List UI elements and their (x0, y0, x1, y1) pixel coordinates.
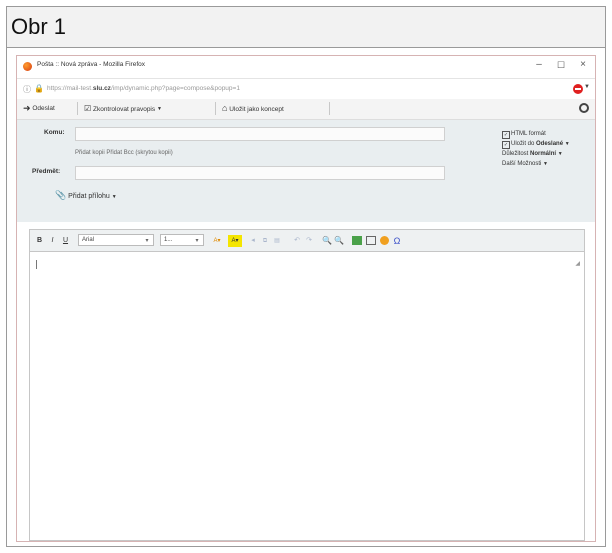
to-label: Komu: (44, 129, 65, 136)
table-icon[interactable] (366, 236, 376, 245)
chevron-down-icon: ▼ (156, 106, 162, 112)
maximize-button[interactable]: ☐ (551, 60, 571, 71)
paste-icon[interactable]: ▤ (272, 235, 282, 247)
toolbar-divider (329, 102, 330, 115)
save-in-option[interactable]: ✓ Uložit do Odeslané ▼ (502, 141, 570, 149)
settings-gear-icon[interactable] (579, 103, 589, 113)
subject-input[interactable] (75, 166, 445, 180)
url-text[interactable]: https://mail-test.slu.cz/imp/dynamic.php… (47, 85, 240, 92)
chevron-down-icon[interactable]: ▾ (192, 235, 202, 247)
attach-link[interactable]: 📎 Přidat přílohu ▼ (55, 190, 117, 201)
italic-button[interactable]: I (48, 235, 57, 247)
more-options-link[interactable]: Další Možnosti ▼ (502, 161, 548, 167)
title-bar: Pošta :: Nová zpráva - Mozilla Firefox –… (17, 56, 595, 78)
redo-icon[interactable]: ↷ (304, 235, 314, 247)
chevron-down-icon[interactable]: ▼ (584, 84, 590, 90)
info-icon[interactable]: ⓘ (23, 84, 31, 95)
copy-icon[interactable]: ⧉ (260, 235, 270, 247)
figure-caption: Obr 1 (7, 7, 605, 48)
close-button[interactable]: × (573, 59, 593, 70)
subject-label: Předmět: (32, 168, 61, 175)
text-caret (36, 260, 37, 269)
url-bar[interactable]: ⓘ 🔒 https://mail-test.slu.cz/imp/dynamic… (17, 78, 595, 101)
html-format-option[interactable]: ✓ HTML formát (502, 131, 546, 139)
image-icon[interactable] (352, 236, 362, 245)
message-body-editor[interactable]: ◢ (29, 251, 585, 541)
spellcheck-icon: ☑ (84, 104, 92, 113)
compose-headers: Komu: Přidat kopii Přidat Bcc (skrytou k… (17, 120, 595, 222)
window-title: Pošta :: Nová zpráva - Mozilla Firefox (37, 61, 146, 68)
undo-icon[interactable]: ↶ (292, 235, 302, 247)
minimize-button[interactable]: – (529, 59, 549, 70)
send-button[interactable]: ➜ Odeslat (23, 101, 55, 116)
draft-icon: ⌂ (222, 103, 228, 113)
underline-button[interactable]: U (61, 235, 70, 247)
spellcheck-button[interactable]: ☑ Zkontrolovat pravopis ▼ (84, 101, 162, 116)
priority-option[interactable]: Důležitost Normální ▼ (502, 151, 563, 157)
priority-select[interactable]: Normální (530, 151, 556, 157)
checkbox-checked-icon[interactable]: ✓ (502, 131, 510, 139)
chevron-down-icon: ▼ (111, 194, 117, 200)
figure-frame: Obr 1 Pošta :: Nová zpráva - Mozilla Fir… (6, 6, 606, 547)
editor-toolbar: B I U Arial ▾ 1... ▾ A▾ A▾ ◂ ⧉ ▤ ↶ ↷ 🔍 🔍… (29, 229, 585, 252)
browser-window: Pošta :: Nová zpráva - Mozilla Firefox –… (16, 55, 596, 542)
save-draft-button[interactable]: ⌂ Uložit jako koncept (222, 101, 284, 116)
find-icon[interactable]: 🔍 (322, 235, 332, 247)
align-left-icon[interactable]: ◂ (248, 235, 258, 247)
chevron-down-icon: ▼ (543, 161, 548, 167)
bold-button[interactable]: B (35, 235, 44, 247)
chevron-down-icon[interactable]: ▾ (142, 235, 152, 247)
blocked-content-icon[interactable] (573, 84, 583, 94)
toolbar-divider (215, 102, 216, 115)
replace-icon[interactable]: 🔍 (334, 235, 344, 247)
highlight-color-icon[interactable]: A▾ (228, 235, 242, 247)
firefox-icon (23, 62, 32, 71)
cc-bcc-links[interactable]: Přidat kopii Přidat Bcc (skrytou kopii) (75, 150, 173, 156)
chevron-down-icon: ▼ (564, 141, 570, 147)
save-folder-select[interactable]: Odeslané (536, 141, 563, 147)
checkbox-checked-icon[interactable]: ✓ (502, 141, 510, 149)
resize-handle-icon[interactable]: ◢ (575, 260, 580, 267)
lock-warning-icon[interactable]: 🔒 (34, 84, 44, 93)
compose-toolbar: ➜ Odeslat ☑ Zkontrolovat pravopis ▼ ⌂ Ul… (17, 99, 595, 120)
to-input[interactable] (75, 127, 445, 141)
arrow-right-icon: ➜ (23, 103, 31, 113)
special-char-button[interactable]: Ω (392, 235, 402, 247)
paperclip-icon: 📎 (55, 190, 67, 200)
chevron-down-icon: ▼ (557, 151, 563, 157)
toolbar-divider (77, 102, 78, 115)
text-color-icon[interactable]: A▾ (210, 235, 224, 247)
emoticon-icon[interactable] (380, 236, 389, 245)
